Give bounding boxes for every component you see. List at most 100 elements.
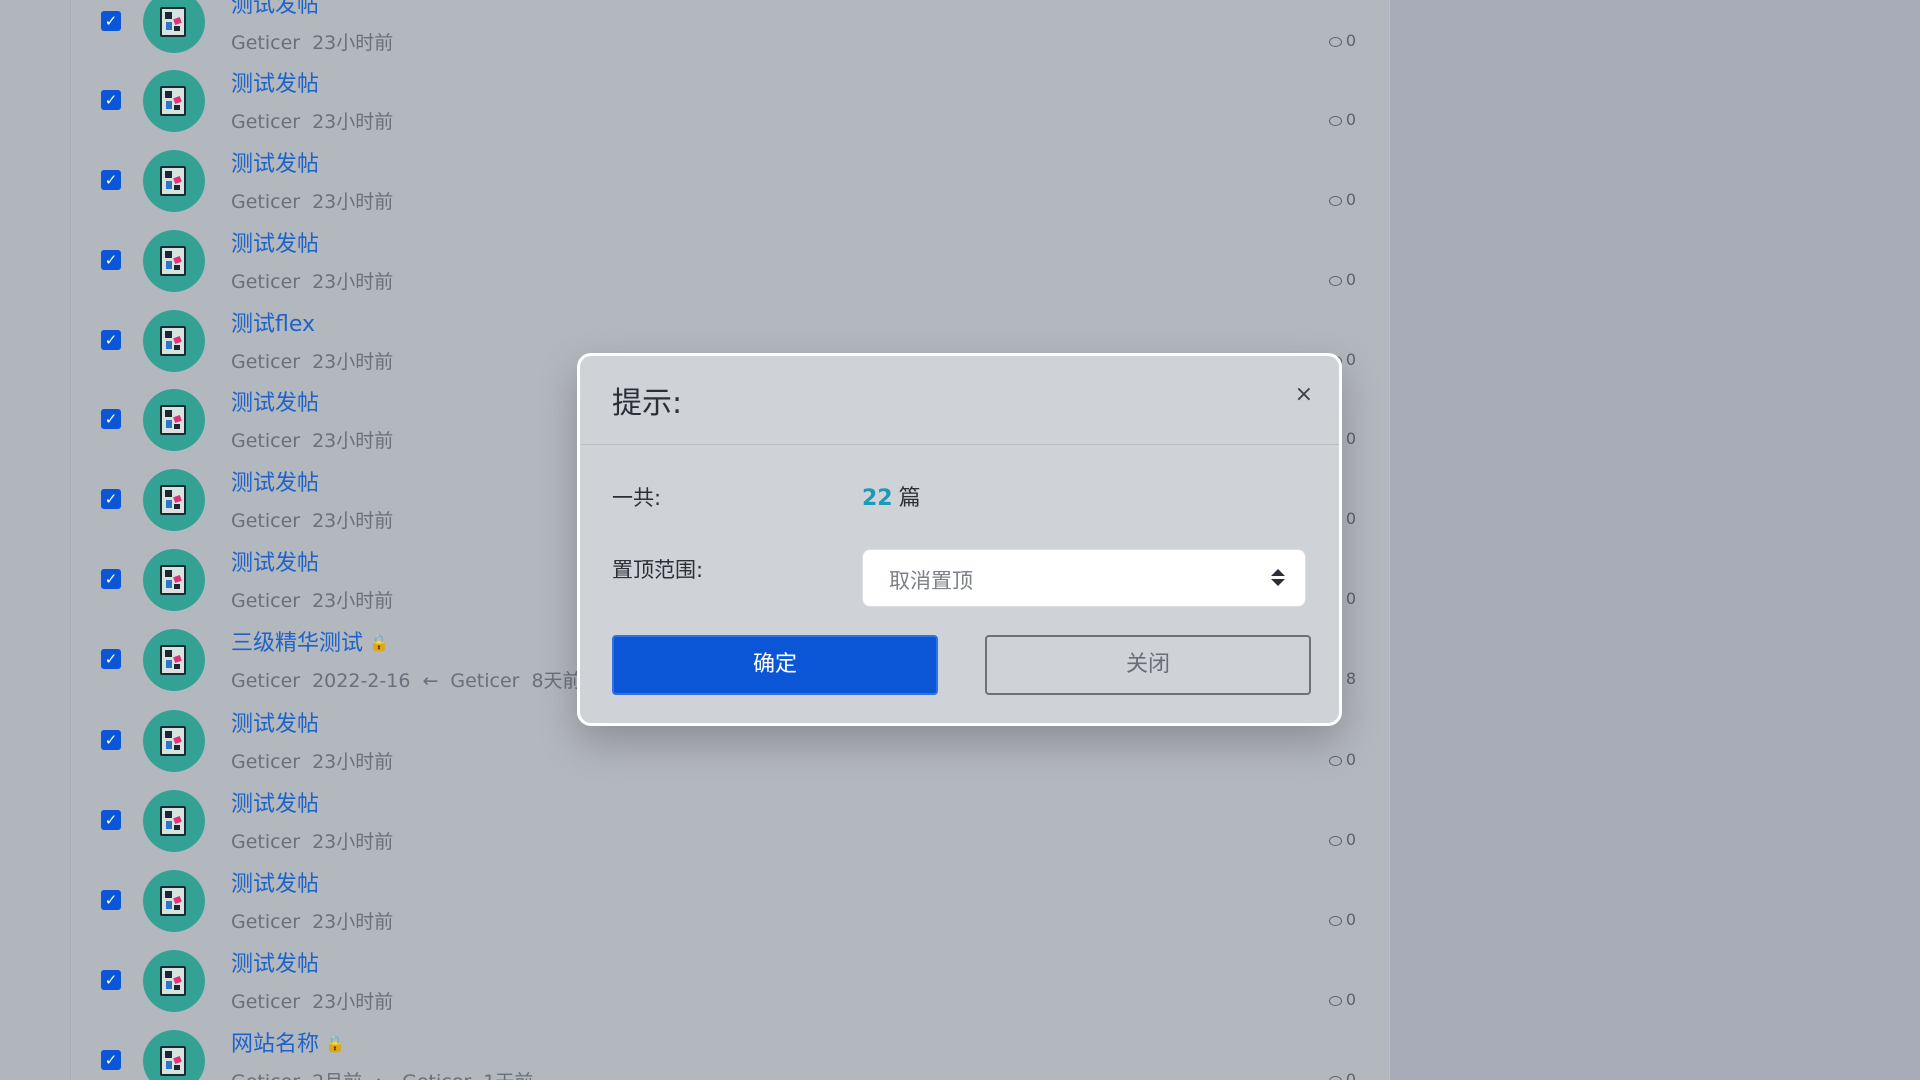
document-image-icon[interactable] bbox=[143, 230, 205, 292]
post-row[interactable]: ✓ 测试发帖 Geticer 23小时前 0 bbox=[71, 226, 1389, 306]
post-title[interactable]: 网站名称 🔒 bbox=[231, 1026, 345, 1058]
post-title-text[interactable]: 测试发帖 bbox=[231, 551, 319, 576]
document-image-icon[interactable] bbox=[143, 0, 205, 53]
post-author[interactable]: Geticer bbox=[231, 1071, 300, 1080]
document-image-icon[interactable] bbox=[143, 469, 205, 531]
post-time: 2022-2-16 bbox=[312, 670, 411, 692]
post-title-text[interactable]: 测试发帖 bbox=[231, 72, 319, 97]
document-image-icon[interactable] bbox=[143, 790, 205, 852]
last-reply-author[interactable]: Geticer bbox=[402, 1071, 471, 1080]
checkbox-checked-icon[interactable]: ✓ bbox=[101, 810, 121, 830]
post-title[interactable]: 测试flex bbox=[231, 306, 315, 338]
last-reply-author[interactable]: Geticer bbox=[450, 670, 519, 692]
post-author[interactable]: Geticer bbox=[231, 751, 300, 773]
reply-count-value: 0 bbox=[1345, 830, 1356, 849]
confirm-button[interactable]: 确定 bbox=[612, 635, 938, 695]
post-title-text[interactable]: 测试发帖 bbox=[231, 792, 319, 817]
post-author[interactable]: Geticer bbox=[231, 430, 300, 452]
post-title-text[interactable]: 测试发帖 bbox=[231, 712, 319, 737]
post-title-text[interactable]: 三级精华测试 bbox=[231, 631, 363, 656]
post-title[interactable]: 测试发帖 bbox=[231, 866, 319, 898]
post-title[interactable]: 测试发帖 bbox=[231, 146, 319, 178]
post-author[interactable]: Geticer bbox=[231, 271, 300, 293]
post-title-text[interactable]: 测试flex bbox=[231, 312, 315, 337]
post-row[interactable]: ✓ 测试发帖 Geticer 23小时前 0 bbox=[71, 66, 1389, 146]
scope-select[interactable]: 取消置顶 bbox=[862, 549, 1306, 607]
post-title-text[interactable]: 测试发帖 bbox=[231, 471, 319, 496]
post-row[interactable]: ✓ 网站名称 🔒 Geticer 2月前 ← Geticer 1天前 0 bbox=[71, 1026, 1389, 1080]
post-title-text[interactable]: 测试发帖 bbox=[231, 872, 319, 897]
post-title-text[interactable]: 测试发帖 bbox=[231, 391, 319, 416]
comment-bubble-icon bbox=[1328, 996, 1342, 1006]
checkbox-checked-icon[interactable]: ✓ bbox=[101, 170, 121, 190]
post-title[interactable]: 测试发帖 bbox=[231, 545, 319, 577]
reply-count: 0 bbox=[1328, 270, 1356, 289]
post-title[interactable]: 测试发帖 bbox=[231, 706, 319, 738]
total-label: 一共: bbox=[612, 486, 662, 510]
post-row[interactable]: ✓ 测试发帖 Geticer 23小时前 0 bbox=[71, 866, 1389, 946]
post-title[interactable]: 测试发帖 bbox=[231, 66, 319, 98]
checkbox-checked-icon[interactable]: ✓ bbox=[101, 1050, 121, 1070]
checkbox-checked-icon[interactable]: ✓ bbox=[101, 250, 121, 270]
document-image-icon[interactable] bbox=[143, 629, 205, 691]
checkbox-checked-icon[interactable]: ✓ bbox=[101, 970, 121, 990]
post-title[interactable]: 测试发帖 bbox=[231, 786, 319, 818]
post-author[interactable]: Geticer bbox=[231, 111, 300, 133]
post-meta: Geticer 23小时前 bbox=[231, 987, 393, 1014]
post-time: 23小时前 bbox=[312, 191, 394, 213]
post-row[interactable]: ✓ 测试发帖 Geticer 23小时前 0 bbox=[71, 0, 1389, 67]
document-image-icon[interactable] bbox=[143, 1030, 205, 1080]
post-time: 23小时前 bbox=[312, 911, 394, 933]
post-title[interactable]: 测试发帖 bbox=[231, 465, 319, 497]
checkbox-checked-icon[interactable]: ✓ bbox=[101, 890, 121, 910]
checkbox-checked-icon[interactable]: ✓ bbox=[101, 569, 121, 589]
reply-count-value: 0 bbox=[1345, 190, 1356, 209]
close-button[interactable]: 关闭 bbox=[985, 635, 1311, 695]
post-time: 23小时前 bbox=[312, 111, 394, 133]
post-author[interactable]: Geticer bbox=[231, 911, 300, 933]
post-title[interactable]: 三级精华测试 🔒 bbox=[231, 625, 389, 657]
document-image-icon[interactable] bbox=[143, 710, 205, 772]
checkbox-checked-icon[interactable]: ✓ bbox=[101, 90, 121, 110]
post-title-text[interactable]: 网站名称 bbox=[231, 1032, 319, 1057]
close-icon[interactable]: × bbox=[1295, 382, 1313, 407]
checkbox-checked-icon[interactable]: ✓ bbox=[101, 11, 121, 31]
post-author[interactable]: Geticer bbox=[231, 991, 300, 1013]
post-author[interactable]: Geticer bbox=[231, 831, 300, 853]
comment-bubble-icon bbox=[1328, 916, 1342, 926]
post-title-text[interactable]: 测试发帖 bbox=[231, 152, 319, 177]
post-title-text[interactable]: 测试发帖 bbox=[231, 232, 319, 257]
document-image-icon[interactable] bbox=[143, 870, 205, 932]
post-title[interactable]: 测试发帖 bbox=[231, 385, 319, 417]
post-title-text[interactable]: 测试发帖 bbox=[231, 0, 319, 18]
document-image-icon[interactable] bbox=[143, 549, 205, 611]
document-image-icon[interactable] bbox=[143, 310, 205, 372]
post-title-text[interactable]: 测试发帖 bbox=[231, 952, 319, 977]
lock-icon: 🔒 bbox=[369, 633, 389, 652]
post-title[interactable]: 测试发帖 bbox=[231, 946, 319, 978]
post-author[interactable]: Geticer bbox=[231, 351, 300, 373]
post-author[interactable]: Geticer bbox=[231, 191, 300, 213]
checkbox-checked-icon[interactable]: ✓ bbox=[101, 330, 121, 350]
post-author[interactable]: Geticer bbox=[231, 32, 300, 54]
reply-count-value: 0 bbox=[1345, 910, 1356, 929]
post-row[interactable]: ✓ 测试发帖 Geticer 23小时前 0 bbox=[71, 786, 1389, 866]
post-author[interactable]: Geticer bbox=[231, 670, 300, 692]
checkbox-checked-icon[interactable]: ✓ bbox=[101, 409, 121, 429]
post-row[interactable]: ✓ 测试发帖 Geticer 23小时前 0 bbox=[71, 946, 1389, 1026]
comment-bubble-icon bbox=[1328, 196, 1342, 206]
document-image-icon[interactable] bbox=[143, 389, 205, 451]
post-author[interactable]: Geticer bbox=[231, 590, 300, 612]
checkbox-checked-icon[interactable]: ✓ bbox=[101, 730, 121, 750]
document-image-icon[interactable] bbox=[143, 150, 205, 212]
document-image-icon[interactable] bbox=[143, 70, 205, 132]
post-title[interactable]: 测试发帖 bbox=[231, 0, 319, 19]
post-meta: Geticer 23小时前 bbox=[231, 586, 393, 613]
post-row[interactable]: ✓ 测试发帖 Geticer 23小时前 0 bbox=[71, 146, 1389, 226]
document-image-icon[interactable] bbox=[143, 950, 205, 1012]
checkbox-checked-icon[interactable]: ✓ bbox=[101, 649, 121, 669]
post-title[interactable]: 测试发帖 bbox=[231, 226, 319, 258]
checkbox-checked-icon[interactable]: ✓ bbox=[101, 489, 121, 509]
post-author[interactable]: Geticer bbox=[231, 510, 300, 532]
post-time: 23小时前 bbox=[312, 351, 394, 373]
